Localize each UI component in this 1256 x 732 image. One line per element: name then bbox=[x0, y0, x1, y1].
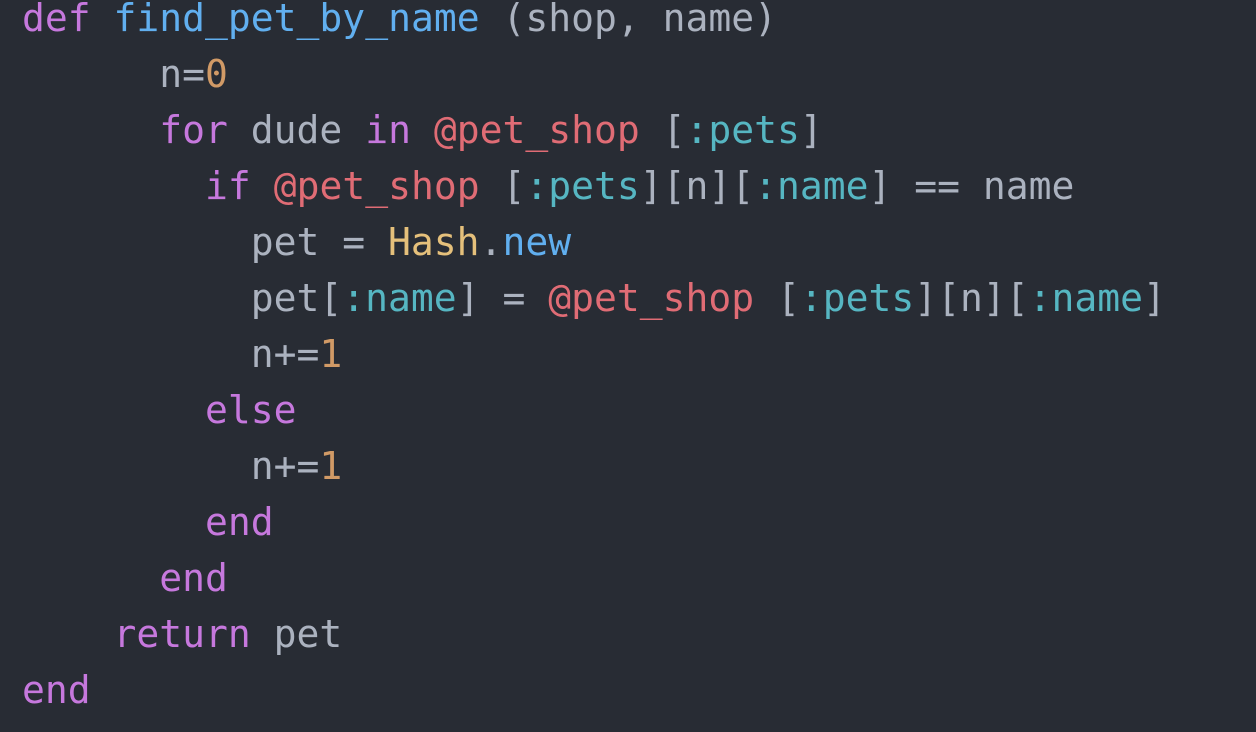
code-token-plain: ] = bbox=[456, 276, 549, 320]
code-token-plain: ][n][ bbox=[914, 276, 1029, 320]
code-token-symbol: :pets bbox=[685, 108, 800, 152]
code-token-plain: pet[ bbox=[22, 276, 343, 320]
code-token-symbol: :name bbox=[754, 164, 869, 208]
code-editor[interactable]: def find_pet_by_name (shop, name) n=0 fo… bbox=[0, 0, 1256, 732]
code-line: end bbox=[22, 494, 274, 550]
code-token-symbol: :pets bbox=[799, 276, 915, 320]
code-token-instance_var: @pet_shop bbox=[273, 164, 480, 208]
code-token-plain: ] bbox=[799, 108, 823, 152]
code-token-plain: ][n][ bbox=[639, 164, 755, 208]
code-token-plain: [ bbox=[479, 164, 526, 208]
code-line: n+=1 bbox=[22, 438, 343, 494]
code-token-keyword: else bbox=[205, 388, 297, 432]
code-line: n=0 bbox=[22, 46, 228, 102]
code-token-plain: dude bbox=[227, 108, 366, 152]
code-token-keyword: if bbox=[205, 164, 251, 208]
code-line: else bbox=[22, 382, 297, 438]
code-token-plain: n+= bbox=[22, 332, 320, 376]
code-token-number: 1 bbox=[319, 332, 343, 376]
code-token-keyword: end bbox=[22, 668, 91, 712]
code-token-plain: [ bbox=[639, 108, 686, 152]
code-token-keyword: return bbox=[113, 612, 251, 656]
code-line: pet = Hash.new bbox=[22, 214, 571, 270]
code-line: for dude in @pet_shop [:pets] bbox=[22, 102, 823, 158]
code-token-symbol: :name bbox=[1028, 276, 1144, 320]
code-token-keyword: end bbox=[159, 556, 228, 600]
code-token-plain: (shop, name) bbox=[479, 0, 777, 40]
code-line: end bbox=[22, 662, 91, 718]
code-token-keyword: def bbox=[22, 0, 91, 40]
code-token-plain: ] bbox=[1143, 276, 1166, 320]
code-line: pet[:name] = @pet_shop [:pets][n][:name] bbox=[22, 270, 1166, 326]
code-token-plain: n+= bbox=[22, 444, 320, 488]
code-token-function: find_pet_by_name bbox=[113, 0, 480, 40]
code-line: end bbox=[22, 550, 228, 606]
code-line: n+=1 bbox=[22, 326, 343, 382]
code-token-function: new bbox=[502, 220, 572, 264]
code-token-plain: ] == name bbox=[868, 164, 1075, 208]
code-token-instance_var: @pet_shop bbox=[433, 108, 640, 152]
code-token-keyword: in bbox=[365, 108, 411, 152]
code-token-plain: pet = bbox=[22, 220, 389, 264]
code-token-symbol: :name bbox=[342, 276, 457, 320]
code-token-number: 1 bbox=[319, 444, 343, 488]
code-line: return pet bbox=[22, 606, 343, 662]
code-line: def find_pet_by_name (shop, name) bbox=[22, 0, 777, 46]
code-token-keyword: end bbox=[205, 500, 274, 544]
code-token-plain: . bbox=[479, 220, 503, 264]
code-token-plain: pet bbox=[250, 612, 343, 656]
code-token-keyword: for bbox=[159, 108, 228, 152]
code-token-plain: [ bbox=[754, 276, 800, 320]
code-token-constant: Hash bbox=[388, 220, 480, 264]
code-token-symbol: :pets bbox=[525, 164, 640, 208]
code-token-number: 0 bbox=[205, 52, 228, 96]
code-token-instance_var: @pet_shop bbox=[548, 276, 755, 320]
code-line: if @pet_shop [:pets][n][:name] == name bbox=[22, 158, 1074, 214]
code-token-plain: n= bbox=[22, 52, 206, 96]
